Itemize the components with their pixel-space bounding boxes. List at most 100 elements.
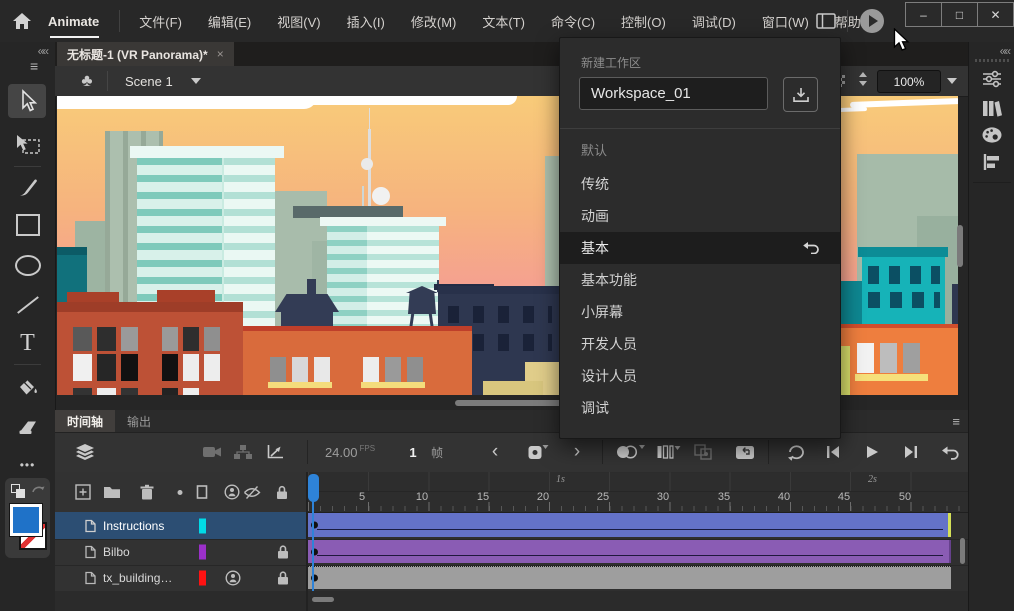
tool-paint-bucket[interactable] xyxy=(0,370,55,404)
timeline-horizontal-scrollbar[interactable] xyxy=(312,597,334,602)
highlight-column-icon[interactable] xyxy=(178,472,183,512)
frame-span[interactable] xyxy=(308,566,951,589)
panel-grip[interactable] xyxy=(975,59,1009,62)
timeline-menu-icon[interactable]: ≡ xyxy=(952,414,960,429)
camera-icon[interactable] xyxy=(202,432,222,472)
tween-span[interactable] xyxy=(308,513,951,537)
layer-row-tx-building[interactable]: tx_building… xyxy=(55,565,306,592)
timeline-vertical-scrollbar[interactable] xyxy=(960,538,965,564)
current-frame-field[interactable]: 1 xyxy=(409,432,416,472)
workspace-item-small-screen[interactable]: 小屏幕 xyxy=(560,296,840,328)
workspace-name-input[interactable] xyxy=(579,77,768,110)
lock-icon[interactable] xyxy=(277,545,289,560)
menu-debug[interactable]: 调试(D) xyxy=(679,0,749,42)
reset-workspace-icon[interactable] xyxy=(801,241,820,254)
tool-eraser[interactable] xyxy=(0,410,55,444)
expand-panel-icon[interactable]: «« xyxy=(1000,44,1009,58)
layer-parenting-icon[interactable] xyxy=(234,432,252,472)
scene-name[interactable]: Scene 1 xyxy=(125,66,173,96)
stepper-down-icon[interactable] xyxy=(859,81,867,86)
tab-timeline[interactable]: 时间轴 xyxy=(55,410,115,432)
tool-line[interactable] xyxy=(0,288,55,322)
tool-brush[interactable] xyxy=(0,170,55,204)
workspace-item-essential-functions[interactable]: 基本功能 xyxy=(560,264,840,296)
layer-row-instructions[interactable]: Instructions xyxy=(55,512,306,540)
workspace-item-developer[interactable]: 开发人员 xyxy=(560,328,840,360)
lock-icon[interactable] xyxy=(277,571,289,586)
frame-row-bilbo[interactable] xyxy=(308,539,968,566)
frame-row-tx-building[interactable] xyxy=(308,565,968,592)
new-folder-button[interactable] xyxy=(103,472,121,512)
maximize-button[interactable]: □ xyxy=(942,2,978,27)
layer-color-swatch[interactable] xyxy=(199,571,206,586)
show-hide-all-icon[interactable] xyxy=(243,472,261,512)
stepper-up-icon[interactable] xyxy=(859,72,867,77)
default-colors-icon[interactable] xyxy=(11,484,25,498)
align-panel-icon[interactable] xyxy=(969,154,1014,170)
tween-span[interactable] xyxy=(308,540,951,563)
zoom-chevron-down-icon[interactable] xyxy=(947,78,957,84)
graph-editor-icon[interactable] xyxy=(266,432,284,472)
menu-insert[interactable]: 插入(I) xyxy=(334,0,398,42)
layer-parenting-icon[interactable] xyxy=(225,570,241,586)
workspace-item-debug[interactable]: 调试 xyxy=(560,392,840,424)
tool-text[interactable]: T xyxy=(0,326,55,360)
swap-colors-icon[interactable] xyxy=(31,483,45,495)
playhead[interactable] xyxy=(308,474,319,502)
zoom-stepper[interactable] xyxy=(859,72,867,86)
more-tools-button[interactable]: ••• xyxy=(0,448,55,482)
workspace-switcher-icon[interactable] xyxy=(815,13,837,29)
layer-row-bilbo[interactable]: Bilbo xyxy=(55,539,306,566)
frames-area[interactable]: 1s 2s 5 10 15 20 25 30 35 40 45 50 xyxy=(308,472,968,611)
layers-view-icon[interactable] xyxy=(74,432,96,472)
scene-chevron-down-icon[interactable] xyxy=(191,78,201,84)
play-button[interactable] xyxy=(865,432,879,472)
edit-scene-icon[interactable]: ♣ xyxy=(75,66,99,96)
menu-file[interactable]: 文件(F) xyxy=(126,0,195,42)
insert-keyframe-button[interactable] xyxy=(529,432,542,472)
tool-free-transform[interactable] xyxy=(0,128,55,162)
tool-oval[interactable] xyxy=(0,248,55,282)
menu-edit[interactable]: 编辑(E) xyxy=(195,0,264,42)
fill-color-swatch[interactable] xyxy=(10,504,42,536)
document-tab[interactable]: 无标题-1 (VR Panorama)* × xyxy=(57,42,234,66)
workspace-item-designer[interactable]: 设计人员 xyxy=(560,360,840,392)
collapse-panel-icon[interactable]: «« xyxy=(38,44,47,58)
new-layer-button[interactable] xyxy=(75,472,91,512)
panel-menu-icon[interactable]: ≡ xyxy=(30,58,38,74)
menu-text[interactable]: 文本(T) xyxy=(469,0,538,42)
parenting-column-icon[interactable] xyxy=(224,472,240,512)
workspace-item-essentials[interactable]: 基本 xyxy=(560,232,840,264)
menu-commands[interactable]: 命令(C) xyxy=(538,0,608,42)
tool-rectangle[interactable] xyxy=(0,208,55,242)
frame-row-instructions[interactable] xyxy=(308,512,968,540)
prev-keyframe-button[interactable]: ‹ xyxy=(492,432,498,472)
minimize-button[interactable]: – xyxy=(905,2,942,27)
menu-window[interactable]: 窗口(W) xyxy=(749,0,822,42)
menu-modify[interactable]: 修改(M) xyxy=(398,0,470,42)
layer-color-swatch[interactable] xyxy=(199,518,206,533)
properties-panel-icon[interactable] xyxy=(969,70,1014,88)
home-icon[interactable] xyxy=(0,0,44,42)
close-button[interactable]: ✕ xyxy=(978,2,1014,27)
tab-output[interactable]: 输出 xyxy=(115,410,163,432)
menu-control[interactable]: 控制(O) xyxy=(608,0,679,42)
timeline-ruler[interactable]: 1s 2s 5 10 15 20 25 30 35 40 45 50 xyxy=(308,472,968,513)
test-movie-play-button[interactable] xyxy=(860,9,884,33)
delete-layer-button[interactable] xyxy=(139,472,155,512)
layer-color-swatch[interactable] xyxy=(199,545,206,560)
library-panel-icon[interactable] xyxy=(969,99,1014,117)
fps-field[interactable]: 24.00FPS xyxy=(325,432,375,472)
outline-column-icon[interactable] xyxy=(197,472,208,512)
step-forward-button[interactable] xyxy=(903,432,919,472)
tab-close-icon[interactable]: × xyxy=(217,47,224,61)
rewind-button[interactable] xyxy=(940,432,960,472)
workspace-item-animator[interactable]: 动画 xyxy=(560,200,840,232)
app-name-tab[interactable]: Animate xyxy=(44,0,113,42)
tool-selection[interactable] xyxy=(8,84,46,118)
stage-vertical-scrollbar[interactable] xyxy=(957,225,963,267)
zoom-level-field[interactable]: 100% xyxy=(877,70,941,93)
menu-view[interactable]: 视图(V) xyxy=(264,0,333,42)
save-workspace-button[interactable] xyxy=(783,77,818,112)
stage-horizontal-scrollbar[interactable] xyxy=(455,400,563,406)
